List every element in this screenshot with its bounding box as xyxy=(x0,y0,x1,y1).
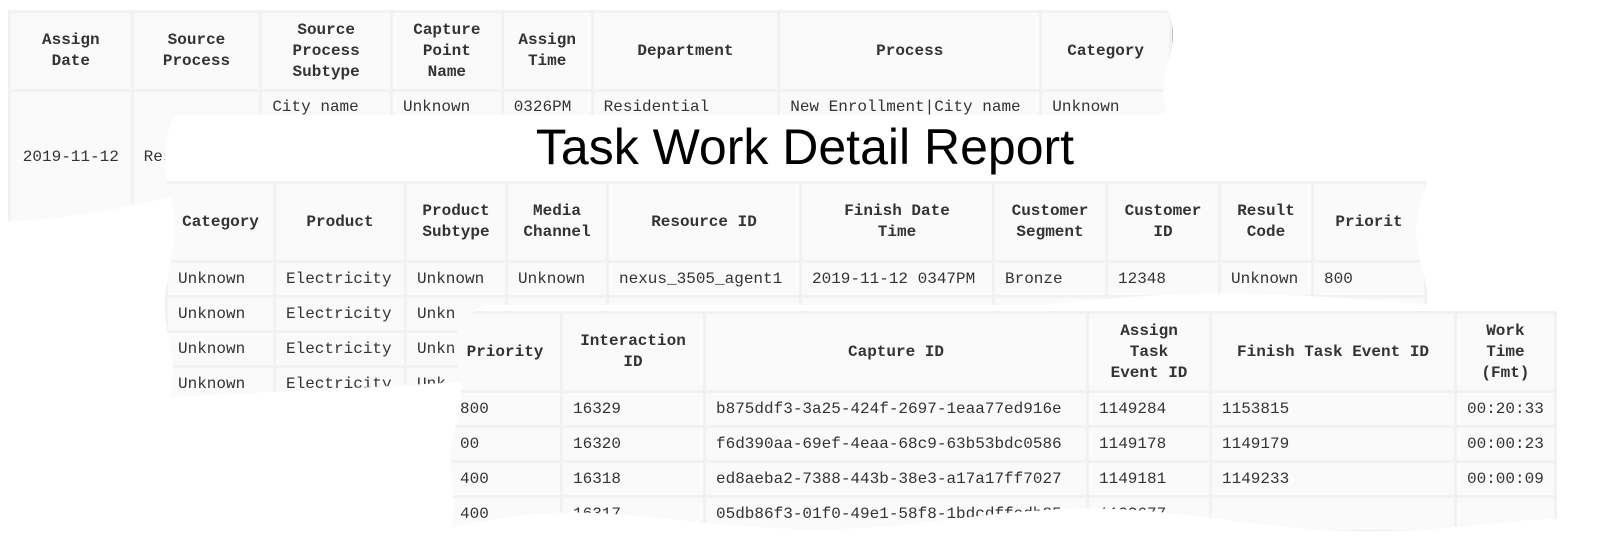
cell: 16318 xyxy=(563,463,703,495)
col-interaction-id: Interaction ID xyxy=(563,314,703,390)
table-bottom-header-row: Priority Interaction ID Capture ID Assign… xyxy=(450,314,1554,390)
col-product-subtype: Product Subtype xyxy=(407,184,505,260)
col-customer-id: Customer ID xyxy=(1108,184,1218,260)
cell: 1149233 xyxy=(1212,463,1454,495)
cell: 1149178 xyxy=(1089,428,1209,460)
cell: 400 xyxy=(450,498,560,530)
table-row: 00 16320 f6d390aa-69ef-4eaa-68c9-63b53bd… xyxy=(450,428,1554,460)
table-row: Unknown Electricity Unknown Unknown nexu… xyxy=(168,263,1424,295)
table-row: 400 16318 ed8aeba2-7388-443b-38e3-a17a17… xyxy=(450,463,1554,495)
cell: 800 xyxy=(1314,263,1424,295)
col-source-process: Source Process xyxy=(134,13,260,89)
cell: nexus_3505_agent1 xyxy=(609,263,799,295)
cell: Unknown xyxy=(168,298,273,330)
report-title: Task Work Detail Report xyxy=(535,119,1075,175)
cell: Electricity xyxy=(276,368,404,397)
col-finish-date-time: Finish Date Time xyxy=(802,184,992,260)
cell: 00:20:33 xyxy=(1457,393,1554,425)
cell-assign-date: 2019-11-12 xyxy=(11,92,131,222)
col-customer-segment: Customer Segment xyxy=(995,184,1105,260)
col-category: Category xyxy=(168,184,273,260)
table-row: 400 16317 05db86f3-01f0-49e1-58f8-1bdcdf… xyxy=(450,498,1554,530)
cell: Electricity xyxy=(276,298,404,330)
cell: Unknown xyxy=(508,263,606,295)
col-source-process-subtype: Source Process Subtype xyxy=(262,13,390,89)
cell: ed8aeba2-7388-443b-38e3-a17a17ff7027 xyxy=(706,463,1086,495)
col-media-channel: Media Channel xyxy=(508,184,606,260)
report-fragment-bottom: Priority Interaction ID Capture ID Assign… xyxy=(445,305,1600,543)
cell: 16320 xyxy=(563,428,703,460)
cell: 1149179 xyxy=(1212,428,1454,460)
cell: 1149181 xyxy=(1089,463,1209,495)
cell: 00:00:09 xyxy=(1457,463,1554,495)
cell xyxy=(1212,498,1454,530)
cell: Bronze xyxy=(995,263,1105,295)
col-result-code: Result Code xyxy=(1221,184,1311,260)
cell: Electricity xyxy=(276,333,404,365)
col-priority: Priority xyxy=(450,314,560,390)
cell: 00 xyxy=(450,428,560,460)
col-department: Department xyxy=(594,13,778,89)
col-process: Process xyxy=(780,13,1039,89)
cell: 2019-11-12 0347PM xyxy=(802,263,992,295)
cell: 800 xyxy=(450,393,560,425)
cell: Unknown xyxy=(168,263,273,295)
cell: f6d390aa-69ef-4eaa-68c9-63b53bdc0586 xyxy=(706,428,1086,460)
cell: Electricity xyxy=(276,263,404,295)
col-priority: Priorit xyxy=(1314,184,1424,260)
col-capture-id: Capture ID xyxy=(706,314,1086,390)
table-middle-header-row: Category Product Product Subtype Media Cha… xyxy=(168,184,1424,260)
col-assign-date: Assign Date xyxy=(11,13,131,89)
cell: 05db86f3-01f0-49e1-58f8-1bdcdffedb85 xyxy=(706,498,1086,530)
col-category: Category xyxy=(1042,13,1169,89)
col-finish-task-event-id: Finish Task Event ID xyxy=(1212,314,1454,390)
cell: 400 xyxy=(450,463,560,495)
cell: 1153815 xyxy=(1212,393,1454,425)
cell: Unknown xyxy=(168,368,273,397)
col-assign-time: Assign Time xyxy=(504,13,591,89)
cell: 1123677 xyxy=(1089,498,1209,530)
col-assign-task-event-id: Assign Task Event ID xyxy=(1089,314,1209,390)
cell: 16317 xyxy=(563,498,703,530)
table-top-header-row: Assign Date Source Process Source Process Su… xyxy=(11,13,1169,89)
cell: 00:00:23 xyxy=(1457,428,1554,460)
cell: 16329 xyxy=(563,393,703,425)
col-work-time: Work Time (Fmt) xyxy=(1457,314,1554,390)
cell: Unknown xyxy=(407,263,505,295)
col-resource-id: Resource ID xyxy=(609,184,799,260)
table-row: 800 16329 b875ddf3-3a25-424f-2697-1eaa77… xyxy=(450,393,1554,425)
col-product: Product xyxy=(276,184,404,260)
col-capture-point-name: Capture Point Name xyxy=(393,13,501,89)
cell: Unknown xyxy=(168,333,273,365)
table-bottom: Priority Interaction ID Capture ID Assign… xyxy=(447,311,1557,533)
cell: 12348 xyxy=(1108,263,1218,295)
cell: b875ddf3-3a25-424f-2697-1eaa77ed916e xyxy=(706,393,1086,425)
cell: 1149284 xyxy=(1089,393,1209,425)
cell: Unknown xyxy=(1221,263,1311,295)
cell xyxy=(1457,498,1554,530)
